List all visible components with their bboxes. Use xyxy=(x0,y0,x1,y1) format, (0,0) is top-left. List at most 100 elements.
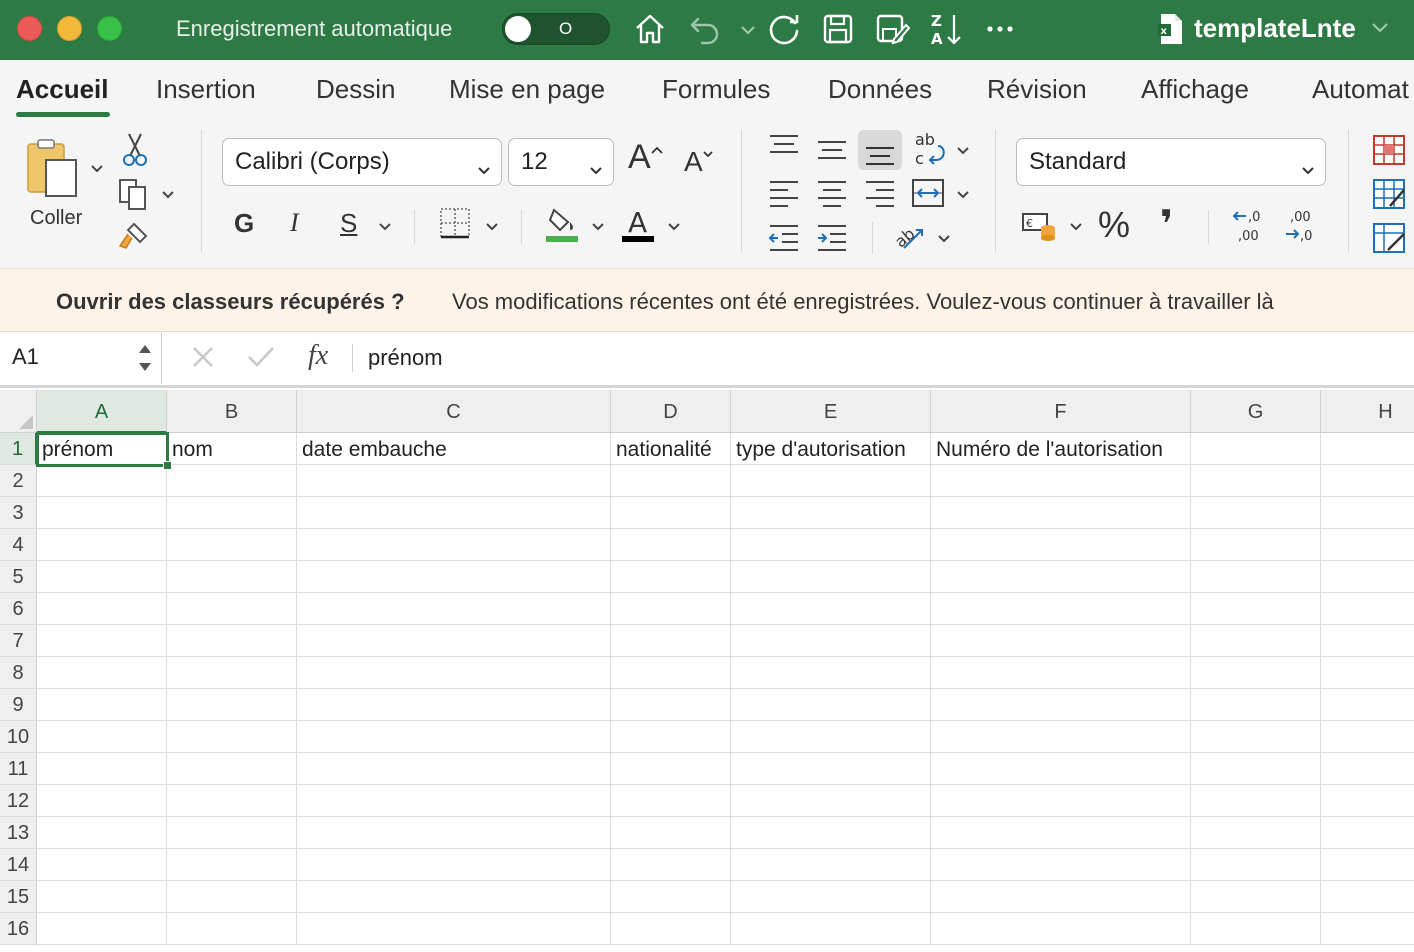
copy-dropdown-icon[interactable] xyxy=(161,188,175,200)
tab-donnees[interactable]: Données xyxy=(828,74,932,105)
tab-mise-en-page[interactable]: Mise en page xyxy=(449,74,605,105)
cell-d10[interactable] xyxy=(611,721,731,753)
cell-a10[interactable] xyxy=(37,721,167,753)
paste-label[interactable]: Coller xyxy=(30,207,82,230)
cell-g11[interactable] xyxy=(1191,753,1321,785)
cell-a16[interactable] xyxy=(37,913,167,945)
cell-d9[interactable] xyxy=(611,689,731,721)
cell-d14[interactable] xyxy=(611,849,731,881)
cell-f4[interactable] xyxy=(931,529,1191,561)
cell-h3[interactable] xyxy=(1321,497,1414,529)
merge-center-icon[interactable] xyxy=(910,176,946,210)
cell-e15[interactable] xyxy=(731,881,931,913)
tab-affichage[interactable]: Affichage xyxy=(1141,74,1249,105)
percent-button[interactable]: % xyxy=(1098,204,1130,246)
name-box-stepper-icon[interactable] xyxy=(136,340,154,376)
cell-a5[interactable] xyxy=(37,561,167,593)
align-right-icon[interactable] xyxy=(862,176,898,210)
cell-g12[interactable] xyxy=(1191,785,1321,817)
row-header-7[interactable]: 7 xyxy=(0,625,37,657)
cell-f11[interactable] xyxy=(931,753,1191,785)
cell-h9[interactable] xyxy=(1321,689,1414,721)
cell-c6[interactable] xyxy=(297,593,611,625)
cell-c15[interactable] xyxy=(297,881,611,913)
cell-e5[interactable] xyxy=(731,561,931,593)
cell-a15[interactable] xyxy=(37,881,167,913)
cell-e12[interactable] xyxy=(731,785,931,817)
column-header-b[interactable]: B xyxy=(167,390,297,433)
cell-g13[interactable] xyxy=(1191,817,1321,849)
row-header-12[interactable]: 12 xyxy=(0,785,37,817)
zoom-window-button[interactable] xyxy=(97,16,122,41)
cell-styles-icon[interactable] xyxy=(1372,222,1406,254)
cell-g8[interactable] xyxy=(1191,657,1321,689)
cell-f16[interactable] xyxy=(931,913,1191,945)
cell-d2[interactable] xyxy=(611,465,731,497)
cell-a13[interactable] xyxy=(37,817,167,849)
cell-c3[interactable] xyxy=(297,497,611,529)
cell-a1[interactable]: prénom xyxy=(37,433,167,465)
accounting-dropdown-icon[interactable] xyxy=(1069,220,1083,232)
tab-revision[interactable]: Révision xyxy=(987,74,1087,105)
cell-c10[interactable] xyxy=(297,721,611,753)
cell-f1[interactable]: Numéro de l'autorisation xyxy=(931,433,1191,465)
undo-dropdown-icon[interactable] xyxy=(728,9,755,49)
cell-c8[interactable] xyxy=(297,657,611,689)
format-as-table-icon[interactable] xyxy=(1372,178,1406,210)
cell-d6[interactable] xyxy=(611,593,731,625)
cell-f12[interactable] xyxy=(931,785,1191,817)
cell-a4[interactable] xyxy=(37,529,167,561)
cell-h14[interactable] xyxy=(1321,849,1414,881)
cell-h2[interactable] xyxy=(1321,465,1414,497)
cell-g7[interactable] xyxy=(1191,625,1321,657)
cell-e7[interactable] xyxy=(731,625,931,657)
cell-c1[interactable]: date embauche xyxy=(297,433,611,465)
cell-e8[interactable] xyxy=(731,657,931,689)
cell-c2[interactable] xyxy=(297,465,611,497)
cancel-entry-icon[interactable] xyxy=(190,344,216,370)
row-header-8[interactable]: 8 xyxy=(0,657,37,689)
column-header-d[interactable]: D xyxy=(611,390,731,433)
cell-d3[interactable] xyxy=(611,497,731,529)
decrease-indent-icon[interactable] xyxy=(766,220,802,254)
decrease-decimal-icon[interactable]: ,00,0 xyxy=(1282,206,1322,246)
cell-g1[interactable] xyxy=(1191,433,1321,465)
cell-b10[interactable] xyxy=(167,721,297,753)
home-icon[interactable] xyxy=(630,9,670,49)
underline-dropdown-icon[interactable] xyxy=(378,220,392,232)
cell-a12[interactable] xyxy=(37,785,167,817)
cell-c11[interactable] xyxy=(297,753,611,785)
cell-d4[interactable] xyxy=(611,529,731,561)
row-header-2[interactable]: 2 xyxy=(0,465,37,497)
cell-f7[interactable] xyxy=(931,625,1191,657)
cell-a6[interactable] xyxy=(37,593,167,625)
cell-c16[interactable] xyxy=(297,913,611,945)
merge-dropdown-icon[interactable] xyxy=(956,188,970,200)
minimize-window-button[interactable] xyxy=(57,16,82,41)
cell-g2[interactable] xyxy=(1191,465,1321,497)
cell-d8[interactable] xyxy=(611,657,731,689)
cell-b2[interactable] xyxy=(167,465,297,497)
cell-b14[interactable] xyxy=(167,849,297,881)
cell-g3[interactable] xyxy=(1191,497,1321,529)
cell-e16[interactable] xyxy=(731,913,931,945)
tab-dessin[interactable]: Dessin xyxy=(316,74,395,105)
cell-h6[interactable] xyxy=(1321,593,1414,625)
cell-f6[interactable] xyxy=(931,593,1191,625)
orientation-icon[interactable]: ab xyxy=(890,216,930,254)
cell-d11[interactable] xyxy=(611,753,731,785)
more-icon[interactable] xyxy=(980,9,1020,49)
cell-f3[interactable] xyxy=(931,497,1191,529)
cell-h10[interactable] xyxy=(1321,721,1414,753)
sort-az-icon[interactable]: ZA xyxy=(926,9,966,49)
align-top-icon[interactable] xyxy=(766,130,802,164)
row-header-15[interactable]: 15 xyxy=(0,881,37,913)
row-header-4[interactable]: 4 xyxy=(0,529,37,561)
cell-d5[interactable] xyxy=(611,561,731,593)
accounting-format-icon[interactable]: € xyxy=(1020,208,1060,244)
cell-h13[interactable] xyxy=(1321,817,1414,849)
paste-icon[interactable] xyxy=(22,138,84,202)
cell-b11[interactable] xyxy=(167,753,297,785)
grow-font-button[interactable]: A xyxy=(628,138,651,177)
borders-icon[interactable] xyxy=(438,206,472,240)
